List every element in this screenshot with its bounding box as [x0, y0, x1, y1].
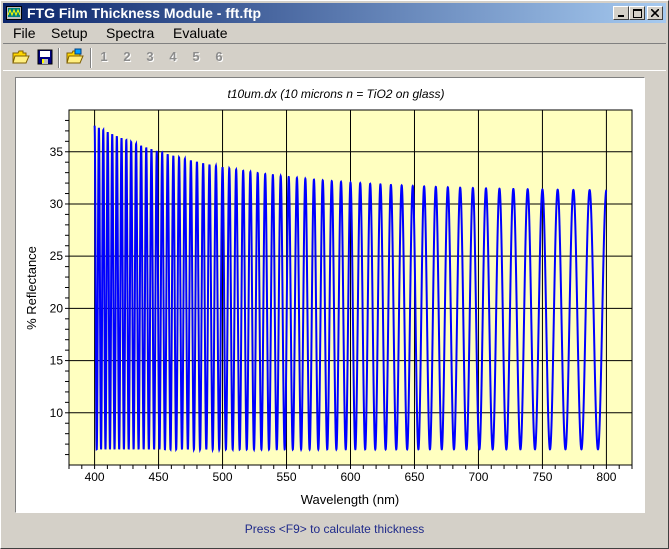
open-spectra-icon[interactable]: [66, 48, 84, 66]
y-tick-label: 20: [50, 301, 64, 315]
toolbar-button-4[interactable]: 4: [165, 49, 181, 64]
menu-setup[interactable]: Setup: [51, 25, 88, 41]
window-title: FTG Film Thickness Module - fft.ftp: [27, 5, 262, 21]
y-tick-label: 30: [50, 197, 64, 211]
menu-file[interactable]: File: [13, 25, 36, 41]
toolbar-button-6[interactable]: 6: [211, 49, 227, 64]
x-axis-label: Wavelength (nm): [301, 492, 400, 507]
app-icon: [6, 6, 22, 20]
x-tick-label: 600: [340, 470, 360, 484]
x-tick-label: 700: [468, 470, 488, 484]
x-tick-label: 550: [277, 470, 297, 484]
status-bar: Press <F9> to calculate thickness: [244, 522, 425, 536]
toolbar-button-5[interactable]: 5: [188, 49, 204, 64]
x-tick-label: 650: [404, 470, 424, 484]
y-tick-label: 35: [50, 145, 64, 159]
menu-evaluate[interactable]: Evaluate: [173, 25, 227, 41]
menu-spectra[interactable]: Spectra: [106, 25, 154, 41]
open-folder-icon[interactable]: [12, 48, 30, 66]
y-tick-label: 15: [50, 354, 64, 368]
maximize-icon: [632, 8, 642, 18]
x-tick-label: 500: [213, 470, 233, 484]
close-button[interactable]: [647, 6, 663, 20]
toolbar-separator: [90, 48, 92, 68]
maximize-button[interactable]: [629, 6, 645, 20]
chart-panel: t10um.dx (10 microns n = TiO2 on glass) …: [15, 77, 645, 513]
toolbar-separator: [58, 48, 60, 68]
y-tick-label: 10: [50, 406, 64, 420]
x-tick-label: 400: [85, 470, 105, 484]
toolbar: 1 2 3 4 5 6: [3, 43, 666, 71]
toolbar-button-2[interactable]: 2: [119, 49, 135, 64]
minimize-icon: [618, 15, 624, 17]
title-bar[interactable]: FTG Film Thickness Module - fft.ftp: [3, 3, 666, 23]
y-axis-label: % Reflectance: [24, 246, 39, 330]
close-icon: [651, 9, 659, 17]
application-window: FTG Film Thickness Module - fft.ftp File…: [0, 0, 669, 549]
x-tick-label: 750: [532, 470, 552, 484]
toolbar-button-1[interactable]: 1: [96, 49, 112, 64]
menu-bar: File Setup Spectra Evaluate: [3, 23, 666, 42]
x-tick-label: 450: [149, 470, 169, 484]
x-tick-label: 800: [596, 470, 616, 484]
chart-title: t10um.dx (10 microns n = TiO2 on glass): [228, 87, 445, 101]
reflectance-chart[interactable]: t10um.dx (10 microns n = TiO2 on glass) …: [16, 78, 644, 512]
y-tick-label: 25: [50, 249, 64, 263]
toolbar-button-3[interactable]: 3: [142, 49, 158, 64]
minimize-button[interactable]: [613, 6, 629, 20]
floppy-disk-icon[interactable]: [36, 48, 54, 66]
